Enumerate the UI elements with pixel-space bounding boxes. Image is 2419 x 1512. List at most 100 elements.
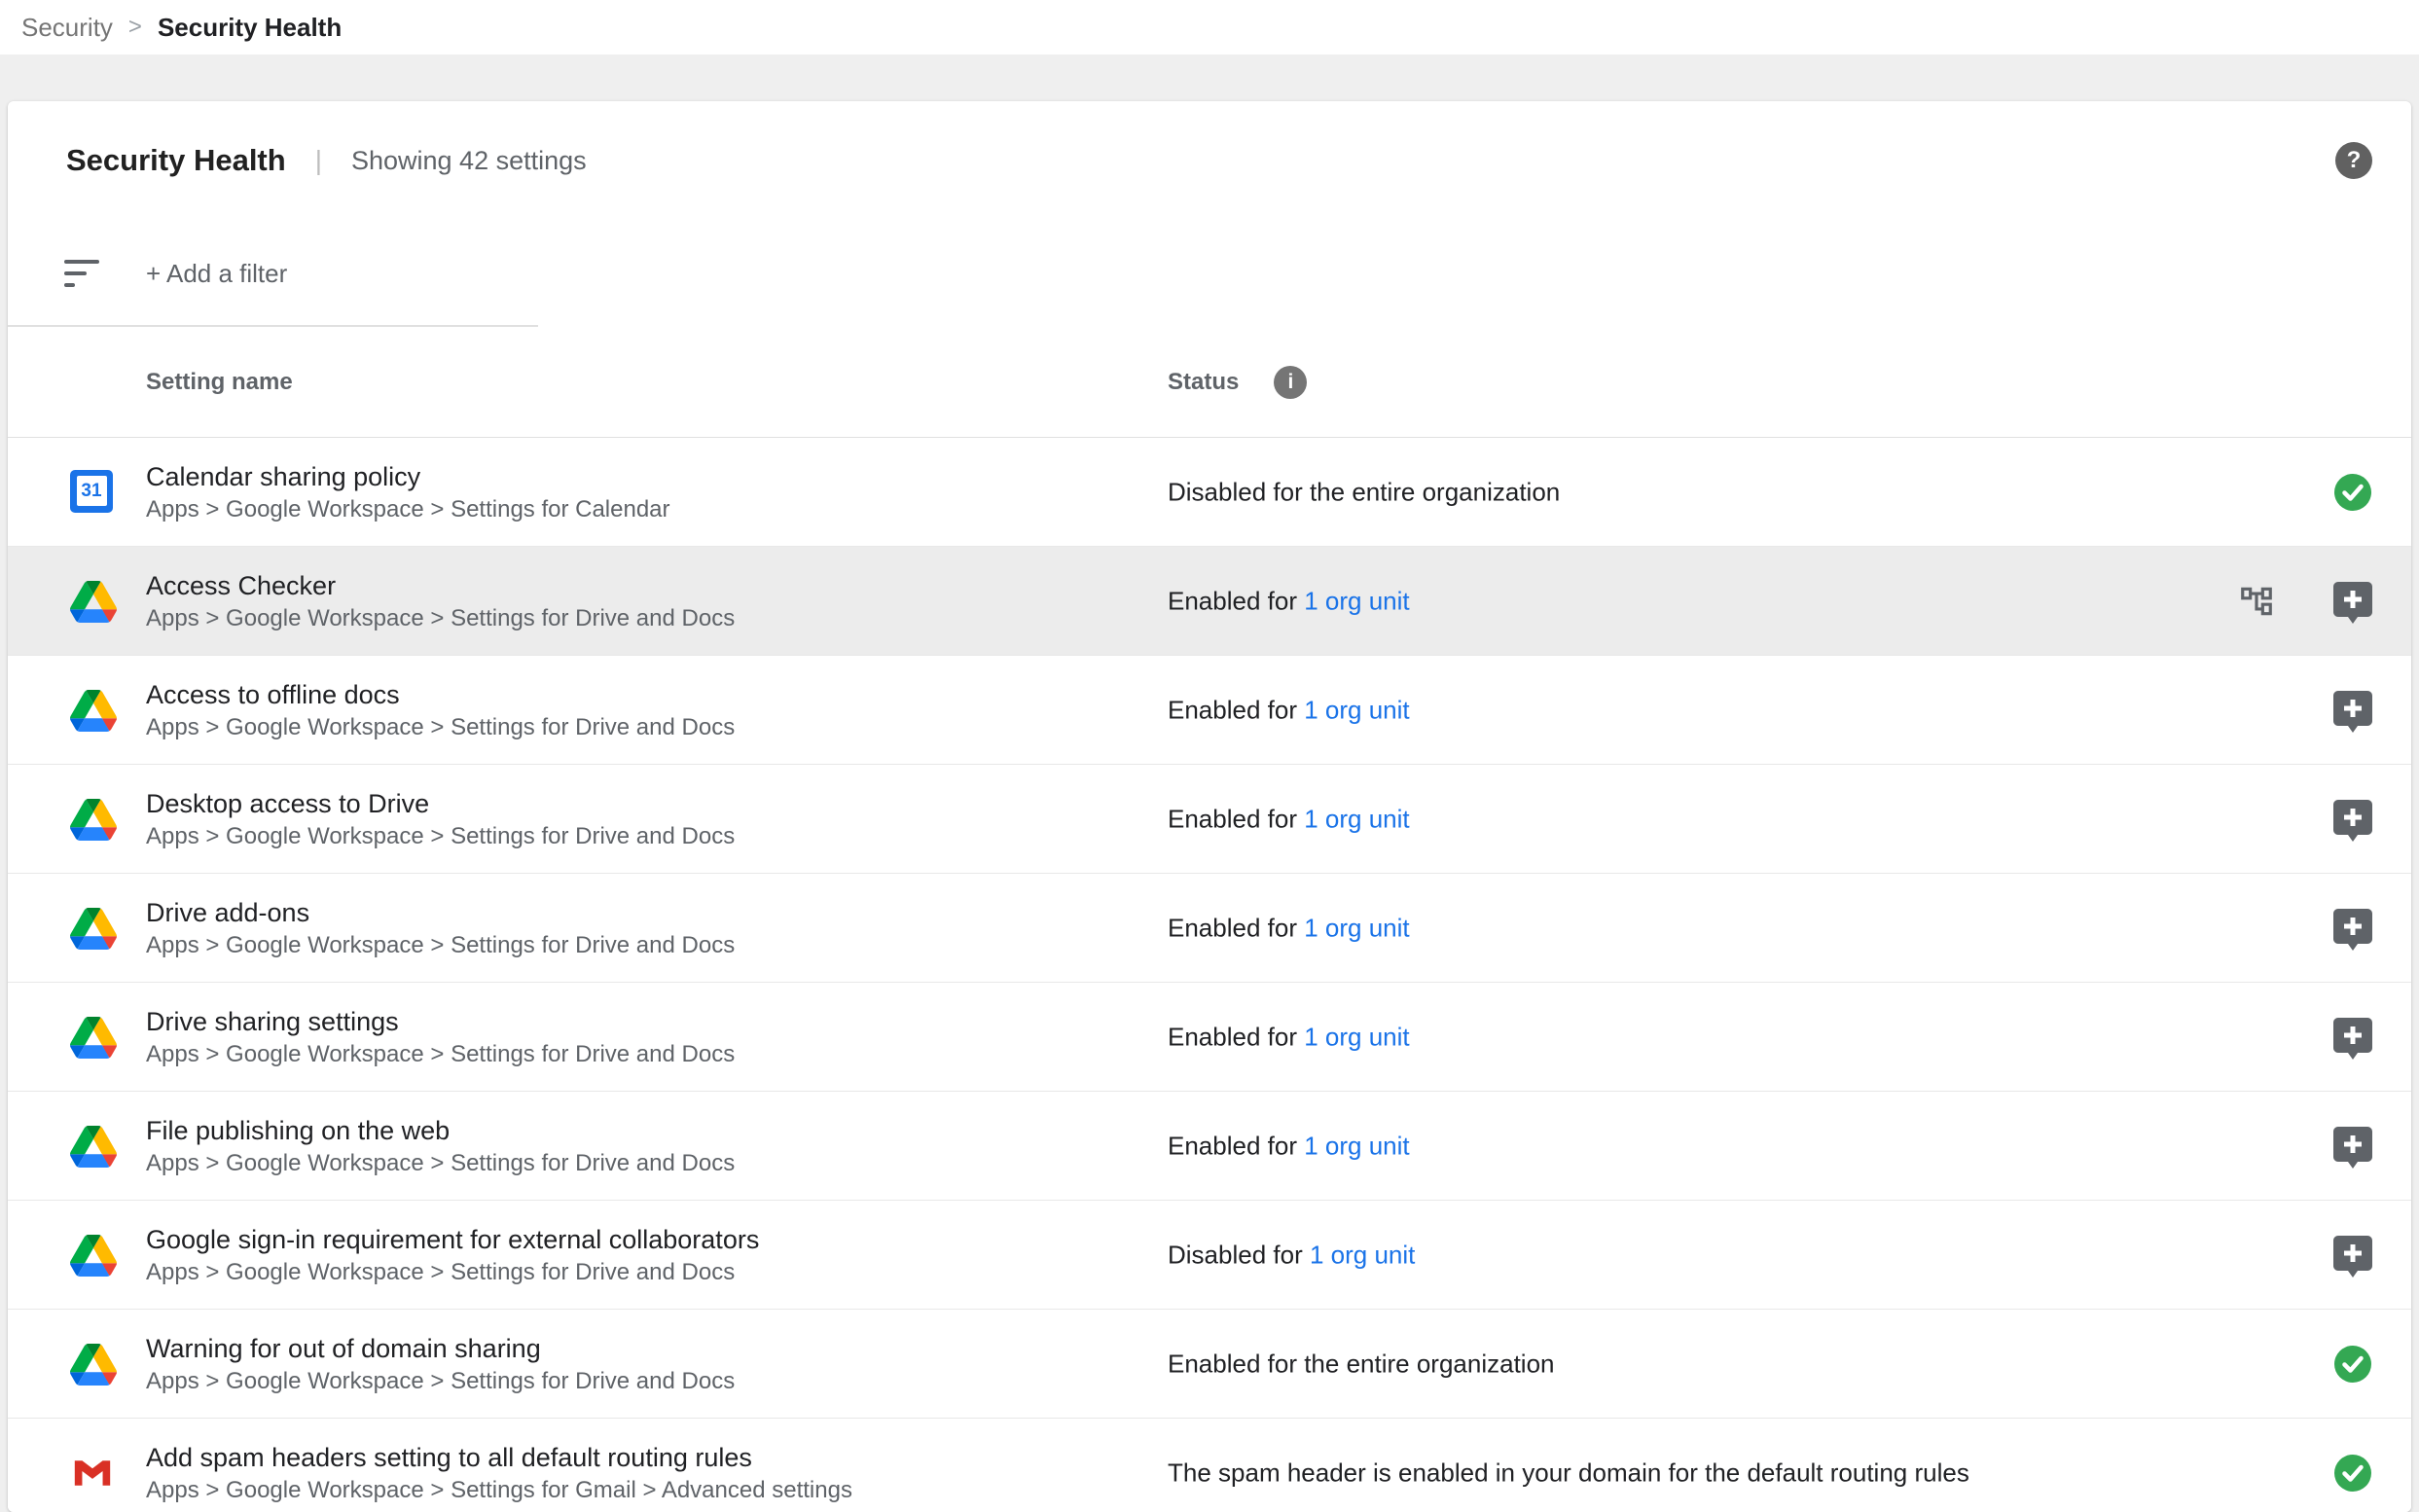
setting-app-icon-cell: 31 <box>70 1124 117 1169</box>
setting-status: Disabled for 1 org unit <box>1168 1240 1415 1270</box>
status-text: Enabled for <box>1168 1131 1304 1160</box>
org-unit-link[interactable]: 1 org unit <box>1304 1131 1409 1160</box>
status-ok-icon <box>2333 473 2372 512</box>
google-drive-icon <box>70 1126 117 1168</box>
setting-status: Enabled for 1 org unit <box>1168 1022 1410 1052</box>
setting-path: Apps > Google Workspace > Settings for D… <box>146 1039 735 1070</box>
settings-count: Showing 42 settings <box>351 146 587 176</box>
status-text: Enabled for <box>1168 804 1304 833</box>
setting-path: Apps > Google Workspace > Settings for D… <box>146 1366 735 1397</box>
table-row[interactable]: 31 Drive sharing settings Apps > Google … <box>8 983 2411 1092</box>
google-drive-icon <box>70 799 117 841</box>
setting-app-icon-cell: 31 <box>70 1015 117 1060</box>
table-row[interactable]: 31 Calendar sharing policy Apps > Google… <box>8 438 2411 547</box>
setting-name: Google sign-in requirement for external … <box>146 1222 759 1257</box>
setting-name: Calendar sharing policy <box>146 459 670 494</box>
setting-status: Enabled for 1 org unit <box>1168 913 1410 943</box>
setting-name: Drive sharing settings <box>146 1004 735 1039</box>
recommendation-icon[interactable] <box>2333 582 2372 627</box>
recommendation-icon[interactable] <box>2333 1018 2372 1062</box>
google-drive-icon <box>70 1344 117 1386</box>
org-unit-link[interactable]: 1 org unit <box>1304 586 1409 615</box>
status-text: Enabled for <box>1168 1022 1304 1051</box>
add-filter-button[interactable]: + Add a filter <box>146 259 287 289</box>
status-ok-icon <box>2333 1454 2372 1493</box>
setting-app-icon-cell: 31 <box>70 1233 117 1278</box>
setting-name: Desktop access to Drive <box>146 786 735 821</box>
table-row[interactable]: 31 Desktop access to Drive Apps > Google… <box>8 765 2411 874</box>
title-divider: | <box>315 145 322 176</box>
breadcrumb-current: Security Health <box>158 13 342 43</box>
setting-app-icon-cell: 31 <box>70 1451 117 1495</box>
status-text: Disabled for <box>1168 1240 1310 1269</box>
setting-path: Apps > Google Workspace > Settings for D… <box>146 603 735 634</box>
status-text: Enabled for <box>1168 913 1304 942</box>
recommendation-icon[interactable] <box>2333 1236 2372 1280</box>
org-unit-link[interactable]: 1 org unit <box>1304 695 1409 724</box>
recommendation-icon[interactable] <box>2333 691 2372 736</box>
table-row[interactable]: 31 File publishing on the web Apps > Goo… <box>8 1092 2411 1201</box>
setting-status: Enabled for the entire organization <box>1168 1349 1555 1379</box>
setting-name: Warning for out of domain sharing <box>146 1331 735 1366</box>
setting-text-cell: Access Checker Apps > Google Workspace >… <box>146 568 735 634</box>
setting-app-icon-cell: 31 <box>70 579 117 624</box>
status-column-label: Status <box>1168 369 1239 396</box>
table-row[interactable]: 31 Google sign-in requirement for extern… <box>8 1201 2411 1310</box>
status-text: Disabled for the entire organization <box>1168 477 1560 506</box>
setting-app-icon-cell: 31 <box>70 1342 117 1386</box>
org-unit-link[interactable]: 1 org unit <box>1304 804 1409 833</box>
org-unit-link[interactable]: 1 org unit <box>1304 913 1409 942</box>
table-row[interactable]: 31 Drive add-ons Apps > Google Workspace… <box>8 874 2411 983</box>
settings-table-body: 31 Calendar sharing policy Apps > Google… <box>8 438 2411 1512</box>
setting-text-cell: Google sign-in requirement for external … <box>146 1222 759 1288</box>
status-column-header: Status i <box>1168 366 1307 399</box>
google-drive-icon <box>70 1235 117 1277</box>
breadcrumb-separator-icon: > <box>128 14 142 41</box>
table-row[interactable]: 31 Access to offline docs Apps > Google … <box>8 656 2411 765</box>
info-icon[interactable]: i <box>1274 366 1307 399</box>
setting-text-cell: Add spam headers setting to all default … <box>146 1440 852 1506</box>
setting-text-cell: Calendar sharing policy Apps > Google Wo… <box>146 459 670 525</box>
breadcrumb-parent[interactable]: Security <box>21 13 113 43</box>
setting-path: Apps > Google Workspace > Settings for D… <box>146 1148 735 1179</box>
setting-text-cell: File publishing on the web Apps > Google… <box>146 1113 735 1179</box>
setting-path: Apps > Google Workspace > Settings for D… <box>146 821 735 852</box>
recommendation-icon[interactable] <box>2333 1127 2372 1171</box>
google-drive-icon <box>70 690 117 732</box>
org-unit-link[interactable]: 1 org unit <box>1304 1022 1409 1051</box>
setting-app-icon-cell: 31 <box>70 688 117 733</box>
setting-status: Enabled for 1 org unit <box>1168 586 1410 616</box>
status-text: Enabled for <box>1168 695 1304 724</box>
page-title: Security Health <box>66 143 286 178</box>
status-text: The spam header is enabled in your domai… <box>1168 1458 1969 1487</box>
setting-path: Apps > Google Workspace > Settings for D… <box>146 1257 759 1288</box>
setting-name: Drive add-ons <box>146 895 735 930</box>
setting-status: Enabled for 1 org unit <box>1168 695 1410 725</box>
org-unit-icon <box>2238 583 2275 620</box>
table-row[interactable]: 31 Access Checker Apps > Google Workspac… <box>8 547 2411 656</box>
setting-app-icon-cell: 31 <box>70 906 117 951</box>
setting-name: Add spam headers setting to all default … <box>146 1440 852 1475</box>
security-health-card: Security Health | Showing 42 settings ? … <box>8 101 2411 1512</box>
table-row[interactable]: 31 Add spam headers setting to all defau… <box>8 1419 2411 1512</box>
help-icon[interactable]: ? <box>2335 142 2372 179</box>
org-unit-link[interactable]: 1 org unit <box>1310 1240 1415 1269</box>
status-text: Enabled for <box>1168 586 1304 615</box>
recommendation-icon[interactable] <box>2333 800 2372 845</box>
table-header: Setting name Status i <box>8 327 2411 438</box>
google-drive-icon <box>70 1017 117 1059</box>
setting-app-icon-cell: 31 <box>70 797 117 842</box>
breadcrumb: Security > Security Health <box>0 0 2419 54</box>
status-text: Enabled for the entire organization <box>1168 1349 1555 1378</box>
setting-name: Access to offline docs <box>146 677 735 712</box>
setting-path: Apps > Google Workspace > Settings for G… <box>146 1475 852 1506</box>
setting-status: Enabled for 1 org unit <box>1168 804 1410 834</box>
recommendation-icon[interactable] <box>2333 909 2372 954</box>
table-row[interactable]: 31 Warning for out of domain sharing App… <box>8 1310 2411 1419</box>
setting-path: Apps > Google Workspace > Settings for D… <box>146 930 735 961</box>
filter-icon[interactable] <box>64 260 99 287</box>
setting-name: File publishing on the web <box>146 1113 735 1148</box>
setting-status: The spam header is enabled in your domai… <box>1168 1458 1969 1488</box>
setting-text-cell: Drive add-ons Apps > Google Workspace > … <box>146 895 735 961</box>
setting-name-column-header: Setting name <box>146 369 293 396</box>
